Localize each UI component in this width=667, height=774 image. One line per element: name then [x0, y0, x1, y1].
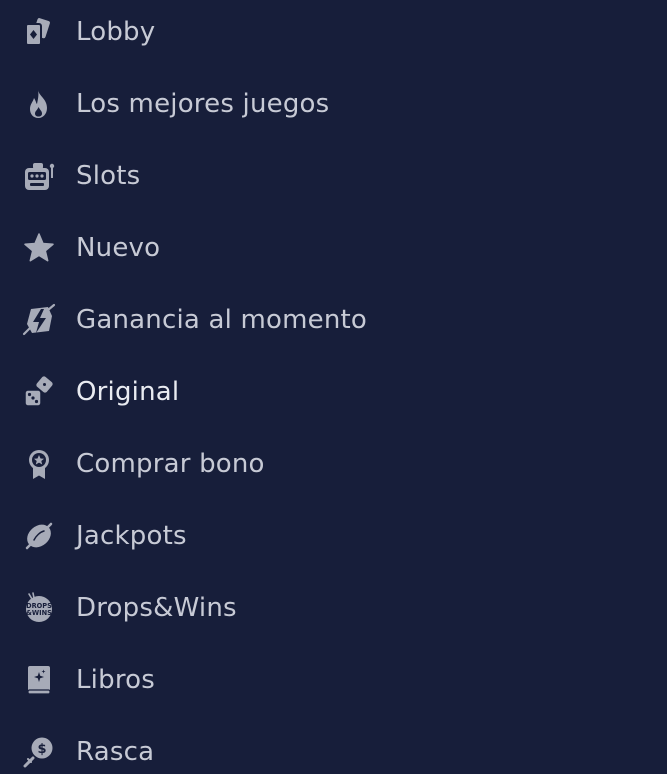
menu-item-jackpots[interactable]: Jackpots: [0, 506, 667, 566]
menu-item-label: Comprar bono: [76, 449, 265, 479]
book-icon: [22, 663, 56, 697]
drops-wins-icon: DROPS &WINS: [22, 591, 56, 625]
menu-item-label: Libros: [76, 665, 155, 695]
menu-item-instant-win[interactable]: Ganancia al momento: [0, 290, 667, 350]
menu-item-label: Rasca: [76, 737, 155, 767]
slot-machine-icon: [22, 159, 56, 193]
menu-item-books[interactable]: Libros: [0, 650, 667, 710]
menu-item-label: Lobby: [76, 17, 156, 47]
menu-item-slots[interactable]: Slots: [0, 146, 667, 206]
lemon-icon: [22, 519, 56, 553]
menu-item-buy-bonus[interactable]: Comprar bono: [0, 434, 667, 494]
menu-item-top-games[interactable]: Los mejores juegos: [0, 74, 667, 134]
scratch-coin-icon: $: [22, 735, 56, 769]
menu-item-label: Drops&Wins: [76, 593, 237, 623]
star-icon: [22, 231, 56, 265]
dice-icon: [22, 375, 56, 409]
menu-item-label: Los mejores juegos: [76, 89, 330, 119]
menu-item-label: Nuevo: [76, 233, 161, 263]
cards-icon: [22, 15, 56, 49]
instant-win-icon: [22, 303, 56, 337]
menu-item-label: Original: [76, 377, 180, 407]
menu-item-drops-wins[interactable]: DROPS &WINS Drops&Wins: [0, 578, 667, 638]
casino-side-menu: Lobby Los mejores juegos Slots Nuevo Gan…: [0, 0, 667, 774]
menu-item-new[interactable]: Nuevo: [0, 218, 667, 278]
menu-item-label: Slots: [76, 161, 141, 191]
menu-item-scratch[interactable]: $ Rasca: [0, 722, 667, 774]
menu-item-original[interactable]: Original: [0, 362, 667, 422]
award-badge-icon: [22, 447, 56, 481]
menu-item-lobby[interactable]: Lobby: [0, 2, 667, 62]
svg-text:$: $: [37, 742, 46, 757]
menu-item-label: Jackpots: [76, 521, 187, 551]
fire-icon: [22, 87, 56, 121]
menu-item-label: Ganancia al momento: [76, 305, 368, 335]
wins-icon-text: &WINS: [26, 609, 52, 617]
